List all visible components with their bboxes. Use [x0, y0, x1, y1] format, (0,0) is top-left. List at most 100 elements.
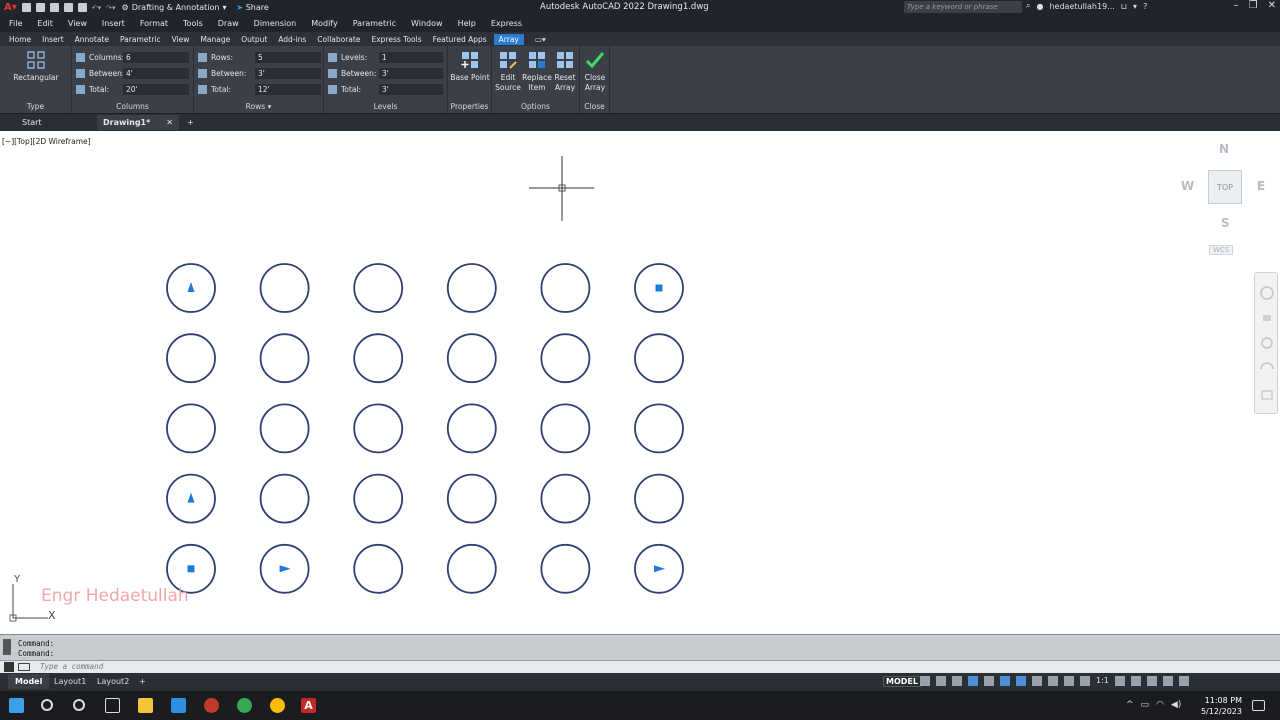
viewport-controls[interactable]: [−][Top][2D Wireframe]	[2, 137, 91, 146]
menu-tools[interactable]: Tools	[183, 19, 203, 28]
isodraft-icon[interactable]	[984, 676, 994, 686]
menu-edit[interactable]: Edit	[37, 19, 53, 28]
model-space-toggle[interactable]: MODEL	[883, 676, 921, 687]
tab-home[interactable]: Home	[9, 35, 31, 44]
base-point-button[interactable]: Base Point	[450, 50, 490, 83]
add-layout-icon[interactable]: +	[139, 674, 146, 689]
columns-between-field[interactable]: 4'	[123, 67, 189, 79]
menu-draw[interactable]: Draw	[218, 19, 239, 28]
array-circle[interactable]	[166, 403, 216, 454]
array-circle[interactable]	[446, 333, 497, 384]
autocad-taskbar-icon[interactable]: A	[301, 698, 316, 713]
system-clock[interactable]: 11:08 PM 5/12/2023	[1201, 695, 1242, 717]
columns-total-field[interactable]: 20'	[123, 83, 189, 95]
new-tab-button[interactable]: +	[187, 115, 194, 130]
panel-rows-label[interactable]: Rows ▾	[194, 102, 323, 111]
menu-file[interactable]: File	[9, 19, 22, 28]
command-grip[interactable]	[3, 639, 11, 655]
object-snap-icon[interactable]	[1016, 676, 1026, 686]
tab-manage[interactable]: Manage	[200, 35, 230, 44]
volume-icon[interactable]: ◀)	[1171, 700, 1181, 710]
file-explorer-icon[interactable]	[138, 698, 153, 713]
search-input[interactable]: Type a keyword or phrase	[904, 1, 1022, 13]
plot-icon[interactable]	[77, 3, 87, 12]
viewcube[interactable]: N W E S TOP	[1176, 140, 1276, 260]
rows-between-field[interactable]: 3'	[255, 67, 321, 79]
windows-start-icon[interactable]	[9, 698, 24, 713]
array-circle[interactable]	[353, 263, 404, 313]
task-view-icon[interactable]	[105, 698, 120, 713]
edit-source-button[interactable]: Edit Source	[494, 50, 522, 93]
command-line[interactable]: Type a command	[0, 660, 1280, 673]
chrome-icon[interactable]	[270, 698, 285, 713]
viewcube-east[interactable]: E	[1257, 179, 1265, 193]
grip-triangle-up-marker[interactable]	[187, 492, 195, 503]
menu-parametric[interactable]: Parametric	[353, 19, 396, 28]
menu-insert[interactable]: Insert	[102, 19, 125, 28]
tab-parametric[interactable]: Parametric	[120, 35, 161, 44]
close-tab-icon[interactable]: ✕	[166, 115, 173, 130]
array-circle[interactable]	[540, 543, 591, 594]
replace-item-button[interactable]: Replace Item	[522, 50, 552, 93]
transparency-icon[interactable]	[1048, 676, 1058, 686]
array-circle[interactable]	[540, 473, 591, 524]
rows-total-field[interactable]: 12'	[255, 83, 321, 95]
tab-drawing1[interactable]: Drawing1* ✕	[97, 115, 179, 130]
customization-icon[interactable]	[1178, 676, 1189, 686]
redo-icon[interactable]: ↷▾	[106, 4, 115, 12]
wcs-menu[interactable]: WCS	[1209, 245, 1234, 255]
help-icon[interactable]: ?	[1143, 2, 1147, 11]
array-circle[interactable]	[353, 333, 404, 384]
close-array-button[interactable]: Close Array	[582, 50, 608, 93]
array-circle[interactable]	[259, 403, 310, 454]
array-circle[interactable]	[446, 543, 497, 594]
menu-window[interactable]: Window	[411, 19, 443, 28]
array-circle[interactable]	[353, 403, 404, 454]
array-circle[interactable]	[540, 403, 591, 454]
save-as-icon[interactable]	[63, 3, 73, 12]
tab-express-tools[interactable]: Express Tools	[371, 35, 421, 44]
command-input[interactable]: Type a command	[40, 662, 103, 671]
grip-square-marker[interactable]	[187, 565, 195, 573]
chrome-icon[interactable]	[237, 698, 252, 713]
tab-collaborate[interactable]: Collaborate	[317, 35, 360, 44]
rows-count-field[interactable]: 5	[255, 51, 321, 63]
cart-icon[interactable]: ⊔	[1121, 2, 1127, 11]
chevron-up-icon[interactable]: ^	[1126, 700, 1134, 710]
lineweight-icon[interactable]	[1032, 676, 1042, 686]
polar-icon[interactable]	[968, 676, 978, 686]
battery-icon[interactable]: ▭	[1141, 700, 1150, 710]
viewcube-north[interactable]: N	[1219, 142, 1229, 156]
tab-layout1[interactable]: Layout1	[54, 674, 86, 689]
columns-count-field[interactable]: 6	[123, 51, 189, 63]
tab-insert[interactable]: Insert	[42, 35, 64, 44]
search-icon[interactable]: ⌕	[1026, 1, 1030, 11]
grip-triangle-up-marker[interactable]	[187, 282, 195, 292]
menu-express[interactable]: Express	[491, 19, 522, 28]
array-circle[interactable]	[634, 333, 684, 384]
array-circle[interactable]	[259, 333, 310, 384]
object-snap-tracking-icon[interactable]	[1000, 676, 1010, 686]
network-icon[interactable]: ◠	[1156, 700, 1164, 710]
save-icon[interactable]	[49, 3, 59, 12]
close-icon[interactable]: ✕	[1268, 0, 1276, 11]
recent-commands-icon[interactable]	[18, 663, 30, 671]
viewcube-top-face[interactable]: TOP	[1208, 170, 1242, 204]
snap-icon[interactable]	[936, 676, 946, 686]
undo-icon[interactable]: ↶▾	[92, 4, 101, 12]
tab-view[interactable]: View	[172, 35, 190, 44]
user-icon[interactable]: ●	[1036, 2, 1043, 11]
menu-help[interactable]: Help	[458, 19, 476, 28]
menu-view[interactable]: View	[68, 19, 87, 28]
new-file-icon[interactable]	[21, 3, 31, 12]
open-file-icon[interactable]	[35, 3, 45, 12]
tab-start[interactable]: Start	[22, 115, 42, 130]
more-icon[interactable]: ▾	[1133, 2, 1137, 11]
rectangular-button[interactable]: Rectangular	[12, 50, 60, 83]
mail-icon[interactable]	[171, 698, 186, 713]
user-name[interactable]: hedaetullah19...	[1049, 2, 1114, 11]
workspace-switcher[interactable]: ⚙ Drafting & Annotation ▾	[122, 3, 227, 12]
cortana-icon[interactable]	[73, 699, 85, 711]
levels-between-field[interactable]: 3'	[379, 67, 443, 79]
annotation-visibility-icon[interactable]	[1080, 676, 1090, 686]
